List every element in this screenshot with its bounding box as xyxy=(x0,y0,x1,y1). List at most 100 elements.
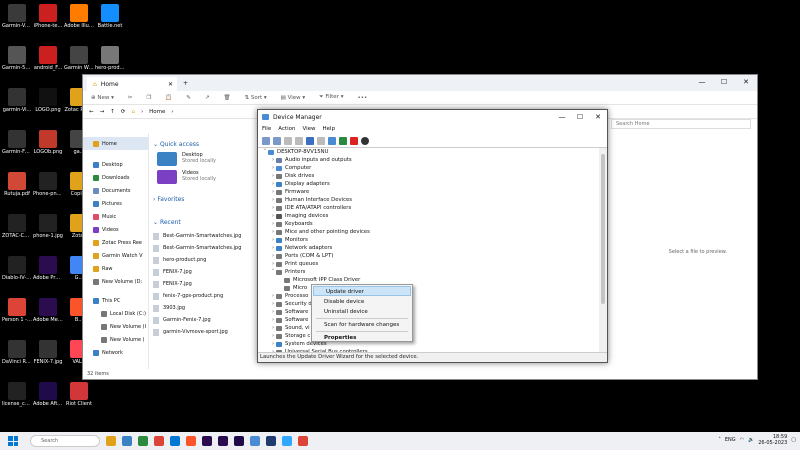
menu-item[interactable]: Action xyxy=(278,126,295,132)
tree-device[interactable]: Micro xyxy=(258,284,601,292)
context-menu-item[interactable]: Update driver xyxy=(313,286,411,296)
tree-category[interactable]: ˅ Printers xyxy=(258,268,601,276)
quick-access-item[interactable]: Videos Stored locally xyxy=(157,170,263,184)
desktop-icon[interactable]: LOGOb.png xyxy=(33,130,63,155)
desktop-icon[interactable]: Person 1 - Chrome xyxy=(2,298,32,323)
desktop-icon[interactable]: FENIX-7.jpg xyxy=(33,340,63,365)
tree-category[interactable]: › Sound, vi xyxy=(258,324,601,332)
tree-category[interactable]: › Processo xyxy=(258,292,601,300)
scan-icon[interactable] xyxy=(361,136,369,145)
taskbar-app-icon[interactable] xyxy=(234,436,244,446)
tree-category[interactable]: › Storage c xyxy=(258,332,601,340)
context-menu-item[interactable]: Uninstall device xyxy=(312,307,412,317)
desktop-icon[interactable]: Rutuja.pdf xyxy=(2,172,32,197)
tree-category[interactable]: › Software xyxy=(258,308,601,316)
forward-icon[interactable] xyxy=(273,136,281,145)
recent-file[interactable]: garmin-Vivmove-sport.jpg xyxy=(153,326,263,338)
taskbar-app-icon[interactable] xyxy=(202,436,212,446)
up-icon[interactable]: ↑ xyxy=(110,109,115,115)
search-input[interactable]: Search Home xyxy=(611,119,751,129)
copy-icon[interactable]: ❐ xyxy=(146,95,151,101)
minimize-button[interactable]: — xyxy=(691,75,713,89)
desktop-icon[interactable]: Garmin-Venu-SQ-2.jpg xyxy=(2,4,32,29)
nav-item[interactable]: Local Disk (C:) xyxy=(83,307,148,320)
desktop-icon[interactable]: license_cert... xyxy=(2,382,32,407)
view-button[interactable]: ▤ View ▾ xyxy=(281,95,306,101)
taskbar-app-icon[interactable] xyxy=(138,436,148,446)
tree-category[interactable]: › Firmware xyxy=(258,188,601,196)
new-tab-icon[interactable]: + xyxy=(183,80,188,87)
help-icon[interactable] xyxy=(306,136,314,145)
console-tree-icon[interactable] xyxy=(295,136,303,145)
taskbar-app-icon[interactable] xyxy=(218,436,228,446)
close-tab-icon[interactable]: ✕ xyxy=(168,81,173,88)
desktop-icon[interactable]: Battle.net xyxy=(95,4,125,29)
nav-item[interactable]: New Volume ( xyxy=(83,333,148,346)
nav-item[interactable]: Raw xyxy=(83,262,148,275)
tree-category[interactable]: › Disk drives xyxy=(258,172,601,180)
tree-category[interactable]: › Security d xyxy=(258,300,601,308)
monitor-icon[interactable] xyxy=(328,136,336,145)
maximize-button[interactable]: ☐ xyxy=(713,75,735,89)
tree-category[interactable]: › Mice and other pointing devices xyxy=(258,228,601,236)
language-indicator[interactable]: ENG xyxy=(725,437,736,443)
new-button[interactable]: ⊕ New ▾ xyxy=(91,95,114,101)
start-icon[interactable] xyxy=(8,436,18,446)
nav-item[interactable]: Home xyxy=(83,137,148,150)
desktop-icon[interactable]: Garmin-55... xyxy=(2,46,32,71)
desktop-icon[interactable]: Diablo-IV-D... xyxy=(2,256,32,281)
back-icon[interactable]: ← xyxy=(89,109,94,115)
nav-item[interactable]: Desktop xyxy=(83,158,148,171)
desktop-icon[interactable]: Adobe Media Encoder 2021 xyxy=(33,298,63,323)
tree-category[interactable]: › Ports (COM & LPT) xyxy=(258,252,601,260)
recent-file[interactable]: FENIX-7.jpg xyxy=(153,278,263,290)
recent-file[interactable]: Best-Garmin-Smartwatches.jpg xyxy=(153,242,263,254)
favorites-header[interactable]: › Favorites xyxy=(153,196,263,203)
nav-item[interactable]: Garmin Watch V xyxy=(83,249,148,262)
device-list-icon[interactable] xyxy=(317,136,325,145)
quick-access-header[interactable]: ⌄ Quick access xyxy=(153,141,263,148)
tree-category[interactable]: › Monitors xyxy=(258,236,601,244)
properties-icon[interactable] xyxy=(284,136,292,145)
notification-icon[interactable]: ▢ xyxy=(791,437,796,443)
desktop-icon[interactable]: Adobe Premiere P... xyxy=(33,256,63,281)
tree-device[interactable]: Microsoft IPP Class Driver xyxy=(258,276,601,284)
desktop-icon[interactable]: Riot Client xyxy=(64,382,94,407)
tree-category[interactable]: › Audio inputs and outputs xyxy=(258,156,601,164)
taskbar-app-icon[interactable] xyxy=(106,436,116,446)
tree-category[interactable]: › Imaging devices xyxy=(258,212,601,220)
wifi-icon[interactable]: ◠ xyxy=(740,437,744,443)
menu-item[interactable]: File xyxy=(262,126,271,132)
recent-file[interactable]: hero-product.png xyxy=(153,254,263,266)
recent-header[interactable]: ⌄ Recent xyxy=(153,219,263,226)
taskbar-app-icon[interactable] xyxy=(154,436,164,446)
desktop-icon[interactable]: ZOTAC-CO... xyxy=(2,214,32,239)
taskbar-app-icon[interactable] xyxy=(122,436,132,446)
clock[interactable]: 18:59 26-05-2023 xyxy=(758,434,787,446)
scrollbar-thumb[interactable] xyxy=(601,154,605,304)
taskbar-app-icon[interactable] xyxy=(170,436,180,446)
explorer-tab-home[interactable]: ⌂ Home ✕ xyxy=(87,77,177,91)
desktop-icon[interactable]: DaVinci Resolve xyxy=(2,340,32,365)
nav-item[interactable]: Downloads xyxy=(83,171,148,184)
nav-item[interactable]: Documents xyxy=(83,184,148,197)
desktop-icon[interactable]: garmin-Vi... xyxy=(2,88,32,113)
nav-item[interactable]: New Volume (D: xyxy=(83,275,148,288)
desktop-icon[interactable]: android_F... xyxy=(33,46,63,71)
context-menu-item[interactable]: Disable device xyxy=(312,297,412,307)
desktop-icon[interactable]: hero-produ... xyxy=(95,46,125,71)
maximize-button[interactable]: ☐ xyxy=(571,110,589,124)
desktop-icon[interactable]: Phone-png... xyxy=(33,172,63,197)
close-button[interactable]: ✕ xyxy=(735,75,757,89)
minimize-button[interactable]: — xyxy=(553,110,571,124)
recent-file[interactable]: fenix-7-gps-product.png xyxy=(153,290,263,302)
tree-category[interactable]: › IDE ATA/ATAPI controllers xyxy=(258,204,601,212)
scan-hardware-item[interactable]: Scan for hardware changes xyxy=(312,320,412,330)
tree-category[interactable]: › Print queues xyxy=(258,260,601,268)
quick-access-item[interactable]: Desktop Stored locally xyxy=(157,152,263,166)
tree-category[interactable]: › System devices xyxy=(258,340,601,348)
recent-file[interactable]: FENIX-7.jpg xyxy=(153,266,263,278)
breadcrumb-home[interactable]: Home xyxy=(149,109,165,115)
back-icon[interactable] xyxy=(262,136,270,145)
tree-category[interactable]: › Software xyxy=(258,316,601,324)
